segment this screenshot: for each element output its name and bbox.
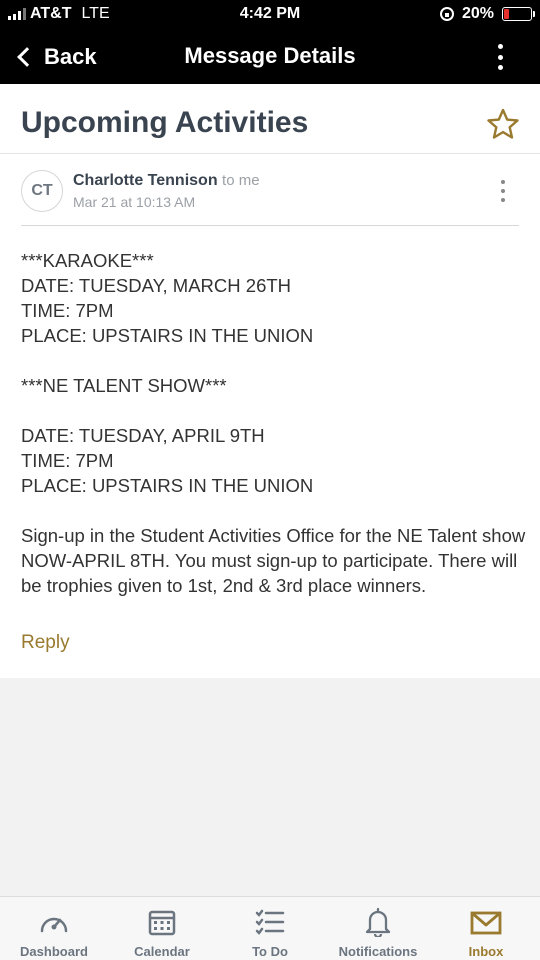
bell-icon (365, 907, 391, 937)
navigation-bar: Back Message Details (0, 30, 540, 84)
battery-level (504, 9, 510, 19)
battery-icon (502, 7, 535, 21)
gauge-icon (40, 917, 68, 933)
tab-notifications[interactable]: Notifications (324, 897, 432, 960)
tab-bar: Dashboard Calendar To Do Notifications I… (0, 896, 540, 960)
sender-row: CT Charlotte Tennison to me Mar 21 at 10… (21, 154, 519, 226)
subject-row: Upcoming Activities (0, 84, 540, 154)
tab-label: Calendar (134, 944, 190, 959)
tab-label: Inbox (468, 944, 504, 959)
recipient-label: to me (222, 172, 260, 189)
tab-inbox[interactable]: Inbox (432, 897, 540, 960)
message-subject: Upcoming Activities (21, 106, 309, 139)
star-icon[interactable] (486, 108, 520, 140)
sender-name: Charlotte Tennison (73, 172, 218, 189)
body-paragraph: DATE: TUESDAY, APRIL 9TH TIME: 7PM PLACE… (21, 425, 314, 496)
chevron-left-icon (17, 47, 37, 67)
calendar-icon (148, 910, 176, 936)
message-date: Mar 21 at 10:13 AM (73, 194, 196, 210)
status-right: 20% (439, 5, 535, 23)
more-options-icon[interactable] (490, 41, 510, 73)
message-detail: Upcoming Activities CT Charlotte Tenniso… (0, 84, 540, 678)
checklist-icon (255, 909, 285, 935)
back-label: Back (44, 44, 97, 69)
tab-calendar[interactable]: Calendar (108, 897, 216, 960)
tab-label: Notifications (338, 944, 418, 959)
envelope-icon (470, 911, 502, 935)
body-paragraph: Sign-up in the Student Activities Office… (21, 525, 526, 596)
avatar: CT (21, 170, 63, 212)
message-options-icon[interactable] (499, 180, 507, 202)
sender-line: Charlotte Tennison to me (73, 172, 260, 190)
body-paragraph: ***NE TALENT SHOW*** (21, 375, 227, 396)
tab-to-do[interactable]: To Do (216, 897, 324, 960)
rotation-lock-icon (439, 7, 454, 21)
message-body: ***KARAOKE*** DATE: TUESDAY, MARCH 26TH … (21, 248, 531, 598)
tab-label: To Do (252, 944, 288, 959)
reply-button[interactable]: Reply (21, 632, 70, 654)
back-button[interactable]: Back (14, 40, 97, 74)
status-bar: AT&T LTE 4:42 PM 20% (0, 0, 540, 30)
battery-percent: 20% (461, 5, 494, 22)
tab-label: Dashboard (20, 944, 88, 959)
body-paragraph: ***KARAOKE*** DATE: TUESDAY, MARCH 26TH … (21, 250, 314, 346)
tab-dashboard[interactable]: Dashboard (0, 897, 108, 960)
